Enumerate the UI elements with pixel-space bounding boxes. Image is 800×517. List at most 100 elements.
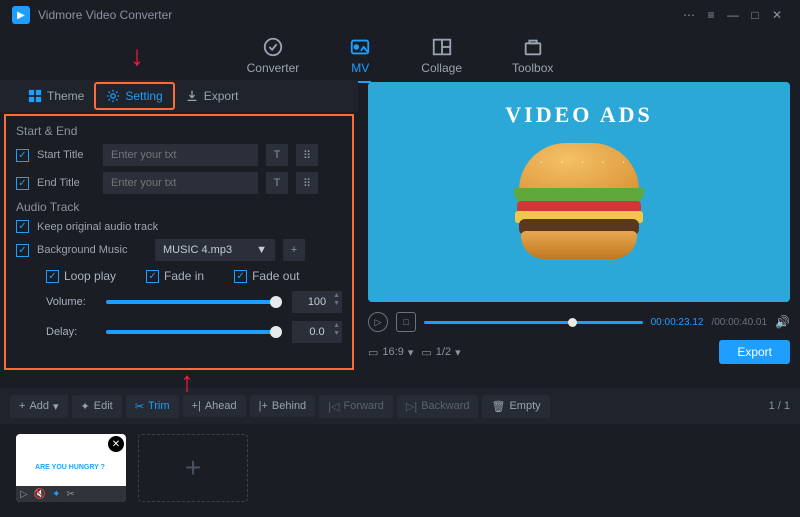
- end-title-checkbox[interactable]: ✓: [16, 177, 29, 190]
- trim-button[interactable]: ✂ Trim: [126, 395, 179, 418]
- fadeout-checkbox[interactable]: ✓: [234, 270, 247, 283]
- play-icon[interactable]: ▷: [20, 489, 28, 500]
- thumb-text: ARE YOU HUNGRY ?: [35, 464, 105, 471]
- loop-label: Loop play: [64, 269, 116, 283]
- subtab-setting[interactable]: Setting: [94, 82, 174, 110]
- text-style-button[interactable]: T: [266, 144, 288, 166]
- burger-image: [509, 143, 649, 263]
- section-start-end: Start & End: [16, 124, 342, 138]
- annotation-arrow-down: ↓: [130, 40, 144, 72]
- feedback-icon[interactable]: ⋯: [678, 4, 700, 26]
- menu-icon[interactable]: ≡: [700, 4, 722, 26]
- play-button[interactable]: ▷: [368, 312, 388, 332]
- add-music-button[interactable]: +: [283, 239, 305, 261]
- subtab-label: Theme: [47, 89, 84, 103]
- aspect-dropdown[interactable]: ▭ 16:9 ▾: [368, 346, 413, 359]
- keep-audio-label: Keep original audio track: [37, 221, 158, 233]
- chevron-down-icon: ▼: [256, 244, 267, 256]
- fadeout-option: ✓ Fade out: [234, 269, 299, 283]
- tab-label: Toolbox: [512, 61, 553, 75]
- trim-icon[interactable]: ✂: [67, 489, 75, 500]
- minimize-button[interactable]: —: [722, 4, 744, 26]
- subtab-export[interactable]: Export: [175, 84, 249, 108]
- bg-music-checkbox[interactable]: ✓: [16, 244, 29, 257]
- fadein-option: ✓ Fade in: [146, 269, 204, 283]
- volume-icon[interactable]: 🔊: [775, 315, 790, 329]
- progress-slider[interactable]: [424, 321, 643, 324]
- stop-button[interactable]: □: [396, 312, 416, 332]
- control-bar: ▭ 16:9 ▾ ▭ 1/2 ▾ Export: [368, 340, 790, 364]
- right-panel: VIDEO ADS ▷ □ 00:00:23.12/00:00:40.01 🔊 …: [358, 80, 800, 380]
- preview-title-text: VIDEO ADS: [505, 102, 652, 128]
- volume-slider[interactable]: [106, 300, 282, 304]
- volume-label: Volume:: [46, 296, 96, 308]
- remove-clip-button[interactable]: ✕: [108, 436, 124, 452]
- fadein-checkbox[interactable]: ✓: [146, 270, 159, 283]
- sub-tabs: Theme Setting Export: [0, 80, 358, 112]
- tab-label: MV: [351, 61, 369, 75]
- expand-button[interactable]: ⠿: [296, 172, 318, 194]
- loop-option: ✓ Loop play: [46, 269, 116, 283]
- subtab-label: Export: [204, 89, 239, 103]
- delay-label: Delay:: [46, 326, 96, 338]
- tab-mv[interactable]: MV: [349, 36, 371, 75]
- edit-button[interactable]: ✦ Edit: [72, 395, 122, 418]
- volume-value[interactable]: 100 ▲▼: [292, 291, 342, 313]
- forward-button[interactable]: |◁ Forward: [319, 395, 393, 418]
- left-panel: Theme Setting Export Start & End ✓ Start…: [0, 80, 358, 380]
- ahead-button[interactable]: +| Ahead: [183, 395, 246, 417]
- start-title-row: ✓ Start Title T ⠿: [16, 144, 342, 166]
- music-select[interactable]: MUSIC 4.mp3 ▼: [155, 239, 275, 261]
- end-title-label: End Title: [37, 177, 95, 189]
- text-style-button[interactable]: T: [266, 172, 288, 194]
- expand-button[interactable]: ⠿: [296, 144, 318, 166]
- start-title-input[interactable]: [103, 144, 258, 166]
- start-title-label: Start Title: [37, 149, 95, 161]
- top-tabs: Converter MV Collage Toolbox: [0, 30, 800, 80]
- add-clip-button[interactable]: +: [138, 434, 248, 502]
- delay-slider[interactable]: [106, 330, 282, 334]
- tab-converter[interactable]: Converter: [247, 36, 300, 75]
- export-button[interactable]: Export: [719, 340, 790, 364]
- volume-spinner[interactable]: ▲▼: [333, 292, 340, 308]
- thumbnail-strip: ARE YOU HUNGRY ? ✕ ▷ 🔇 ✦ ✂ +: [0, 424, 800, 512]
- tab-toolbox[interactable]: Toolbox: [512, 36, 553, 75]
- behind-button[interactable]: |+ Behind: [250, 395, 316, 417]
- music-select-value: MUSIC 4.mp3: [163, 244, 232, 256]
- bg-music-row: ✓ Background Music MUSIC 4.mp3 ▼ +: [16, 239, 342, 261]
- volume-row: Volume: 100 ▲▼: [46, 291, 342, 313]
- start-title-checkbox[interactable]: ✓: [16, 149, 29, 162]
- end-title-input[interactable]: [103, 172, 258, 194]
- slider-thumb[interactable]: [270, 296, 282, 308]
- slider-thumb[interactable]: [270, 326, 282, 338]
- app-title: Vidmore Video Converter: [38, 8, 678, 22]
- section-audio: Audio Track: [16, 200, 342, 214]
- fadeout-label: Fade out: [252, 269, 299, 283]
- bottom-toolbar: + Add ▾ ✦ Edit ✂ Trim +| Ahead |+ Behind…: [0, 388, 800, 424]
- tab-collage[interactable]: Collage: [421, 36, 462, 75]
- audio-options: ✓ Loop play ✓ Fade in ✓ Fade out: [46, 269, 342, 283]
- titlebar: ▶ Vidmore Video Converter ⋯ ≡ — □ ✕: [0, 0, 800, 30]
- fadein-label: Fade in: [164, 269, 204, 283]
- clip-thumbnail[interactable]: ARE YOU HUNGRY ? ✕ ▷ 🔇 ✦ ✂: [16, 434, 126, 502]
- maximize-button[interactable]: □: [744, 4, 766, 26]
- settings-panel: Start & End ✓ Start Title T ⠿ ✓ End Titl…: [4, 114, 354, 370]
- bg-music-label: Background Music: [37, 244, 147, 256]
- subtab-theme[interactable]: Theme: [18, 84, 94, 108]
- zoom-dropdown[interactable]: ▭ 1/2 ▾: [421, 346, 460, 359]
- delay-spinner[interactable]: ▲▼: [333, 322, 340, 338]
- loop-checkbox[interactable]: ✓: [46, 270, 59, 283]
- empty-button[interactable]: 🗑 Empty: [482, 395, 549, 418]
- delay-row: Delay: 0.0 ▲▼: [46, 321, 342, 343]
- add-button[interactable]: + Add ▾: [10, 395, 68, 418]
- delay-value[interactable]: 0.0 ▲▼: [292, 321, 342, 343]
- mute-icon[interactable]: 🔇: [34, 489, 46, 500]
- keep-audio-checkbox[interactable]: ✓: [16, 220, 29, 233]
- main-area: Theme Setting Export Start & End ✓ Start…: [0, 80, 800, 380]
- close-button[interactable]: ✕: [766, 4, 788, 26]
- tab-label: Converter: [247, 61, 300, 75]
- backward-button[interactable]: ▷| Backward: [397, 395, 479, 418]
- video-preview[interactable]: VIDEO ADS: [368, 82, 790, 302]
- effects-icon[interactable]: ✦: [52, 489, 60, 500]
- app-logo: ▶: [12, 6, 30, 24]
